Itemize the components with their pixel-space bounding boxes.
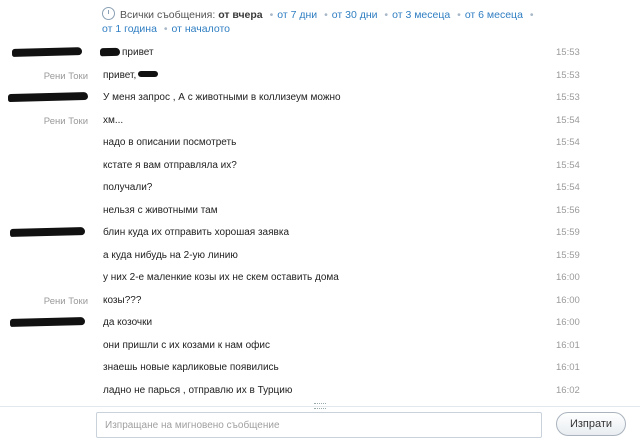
redacted-author bbox=[9, 317, 86, 327]
message-input-box[interactable] bbox=[96, 412, 542, 438]
redacted-author bbox=[7, 91, 89, 103]
message-row: у них 2-е маленкие козы их не скем остав… bbox=[0, 269, 640, 292]
clock-icon bbox=[102, 7, 115, 20]
message-text: они пришли с их козами к нам офис bbox=[103, 339, 270, 351]
message-text: хм... bbox=[103, 114, 124, 126]
resize-grip-icon[interactable] bbox=[314, 403, 326, 409]
message-time: 15:56 bbox=[556, 204, 580, 216]
message-time: 15:54 bbox=[556, 159, 580, 171]
message-text: надо в описании посмотреть bbox=[103, 137, 237, 148]
message-time: 15:53 bbox=[556, 47, 580, 58]
message-time: 16:00 bbox=[556, 272, 580, 283]
filter-option-7-days[interactable]: от 7 дни bbox=[277, 9, 317, 21]
message-row: а куда нибудь на 2-ую линию 15:59 bbox=[0, 247, 640, 270]
message-text: козы??? bbox=[103, 294, 142, 306]
message-time: 15:59 bbox=[556, 227, 580, 238]
message-text: кстате я вам отправляла их? bbox=[103, 159, 237, 171]
redacted-name bbox=[99, 47, 121, 57]
message-list: привет 15:53 Рени Токи привет, 15:53 У м… bbox=[0, 44, 640, 404]
message-text: привет bbox=[122, 47, 154, 58]
redacted-author bbox=[9, 227, 86, 237]
message-row: нельзя с животными там 15:56 bbox=[0, 202, 640, 225]
message-text: У меня запрос , А с животными в коллизеу… bbox=[103, 92, 341, 103]
filter-option-beginning[interactable]: от началото bbox=[172, 23, 230, 35]
message-text: а куда нибудь на 2-ую линию bbox=[103, 249, 238, 261]
message-time: 16:00 bbox=[556, 317, 580, 328]
message-author: Рени Токи bbox=[43, 70, 88, 82]
message-time: 15:54 bbox=[556, 114, 580, 126]
message-text: блин куда их отправить хорошая заявка bbox=[103, 227, 290, 238]
message-time: 16:01 bbox=[556, 339, 580, 351]
redacted-name bbox=[138, 70, 159, 77]
message-time: 15:54 bbox=[556, 137, 580, 148]
message-row: Рени Токи хм... 15:54 bbox=[0, 112, 640, 135]
history-filter-bar: Всички съобщения: от вчера • от 7 дни • от… bbox=[102, 7, 534, 35]
message-time: 16:00 bbox=[556, 294, 580, 306]
message-row: блин куда их отправить хорошая заявка 15… bbox=[0, 224, 640, 247]
message-text: привет, bbox=[103, 70, 159, 81]
message-input[interactable] bbox=[97, 413, 541, 437]
filter-option-active[interactable]: от вчера bbox=[218, 9, 262, 21]
message-row: кстате я вам отправляла их? 15:54 bbox=[0, 157, 640, 180]
message-text: да козочки bbox=[103, 317, 153, 328]
message-text: знаешь новые карликовые появились bbox=[103, 362, 279, 373]
message-text: получали? bbox=[103, 182, 153, 193]
filter-option-3-months[interactable]: от 3 месеца bbox=[392, 9, 450, 21]
message-author: Рени Токи bbox=[43, 115, 88, 127]
filter-option-1-year[interactable]: от 1 година bbox=[102, 23, 157, 35]
filter-option-6-months[interactable]: от 6 месеца bbox=[465, 9, 523, 21]
message-row: ладно не парься , отправлю их в Турцию 1… bbox=[0, 382, 640, 405]
message-text: у них 2-е маленкие козы их не скем остав… bbox=[103, 272, 339, 283]
message-time: 16:02 bbox=[556, 384, 580, 396]
redacted-author bbox=[11, 47, 83, 57]
message-time: 15:59 bbox=[556, 249, 580, 261]
message-row: Рени Токи привет, 15:53 bbox=[0, 67, 640, 90]
message-time: 15:54 bbox=[556, 182, 580, 193]
send-button[interactable]: Изпрати bbox=[556, 412, 626, 436]
filter-label: Всички съобщения: bbox=[120, 9, 216, 21]
message-text: нельзя с животными там bbox=[103, 204, 218, 216]
message-time: 15:53 bbox=[556, 92, 580, 103]
message-time: 15:53 bbox=[556, 69, 580, 81]
message-row: Рени Токи козы??? 16:00 bbox=[0, 292, 640, 315]
message-row: привет 15:53 bbox=[0, 44, 640, 67]
message-author: Рени Токи bbox=[43, 295, 88, 307]
message-time: 16:01 bbox=[556, 362, 580, 373]
filter-option-30-days[interactable]: от 30 дни bbox=[332, 9, 378, 21]
message-row: знаешь новые карликовые появились 16:01 bbox=[0, 359, 640, 382]
message-row: получали? 15:54 bbox=[0, 179, 640, 202]
message-row: надо в описании посмотреть 15:54 bbox=[0, 134, 640, 157]
message-text: ладно не парься , отправлю их в Турцию bbox=[103, 384, 293, 396]
message-row: они пришли с их козами к нам офис 16:01 bbox=[0, 337, 640, 360]
message-row: У меня запрос , А с животными в коллизеу… bbox=[0, 89, 640, 112]
message-row: да козочки 16:00 bbox=[0, 314, 640, 337]
